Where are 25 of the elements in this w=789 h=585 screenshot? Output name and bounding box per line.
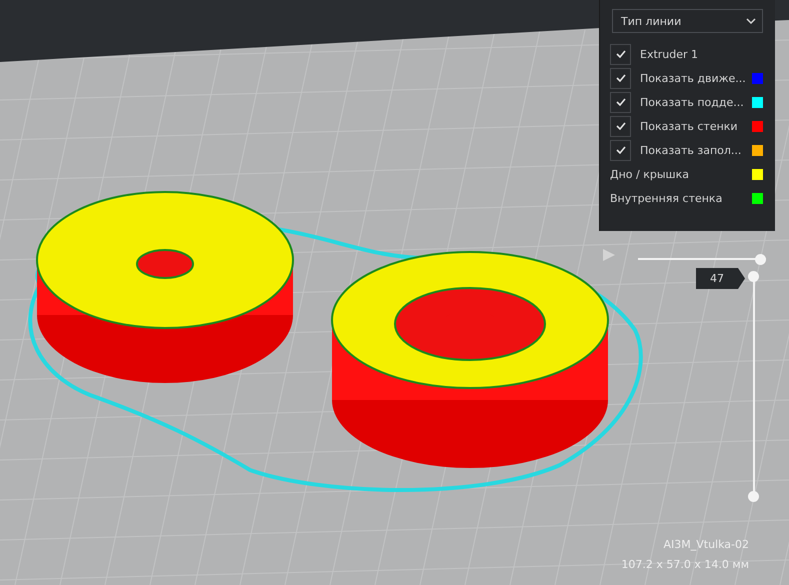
checkbox[interactable] xyxy=(610,116,631,136)
legend-label: Extruder 1 xyxy=(640,48,700,60)
check-icon xyxy=(616,74,626,82)
legend-label: Внутренняя стенка xyxy=(610,192,724,204)
check-icon xyxy=(616,146,626,154)
chevron-down-icon xyxy=(746,18,756,24)
check-icon xyxy=(616,122,626,130)
model-dimensions: 107.2 x 57.0 x 14.0 мм xyxy=(621,558,749,571)
line-type-dropdown[interactable]: Тип линии xyxy=(612,9,763,33)
model-name: AI3M_Vtulka-02 xyxy=(663,538,749,551)
check-icon xyxy=(616,98,626,106)
check-icon xyxy=(616,50,626,58)
layer-slider[interactable] xyxy=(638,254,766,264)
legend-label: Показать движе... xyxy=(640,72,747,84)
checkbox[interactable] xyxy=(610,140,631,160)
layer-range-slider[interactable] xyxy=(748,271,760,503)
legend-label: Показать подде... xyxy=(640,96,745,108)
legend-label: Показать стенки xyxy=(640,120,739,132)
checkbox[interactable] xyxy=(610,92,631,112)
checkbox[interactable] xyxy=(610,44,631,64)
play-icon[interactable] xyxy=(602,248,616,262)
checkbox[interactable] xyxy=(610,68,631,88)
pointer-icon xyxy=(738,268,746,289)
legend-label: Показать запол... xyxy=(640,144,742,156)
legend-label: Дно / крышка xyxy=(610,168,690,180)
